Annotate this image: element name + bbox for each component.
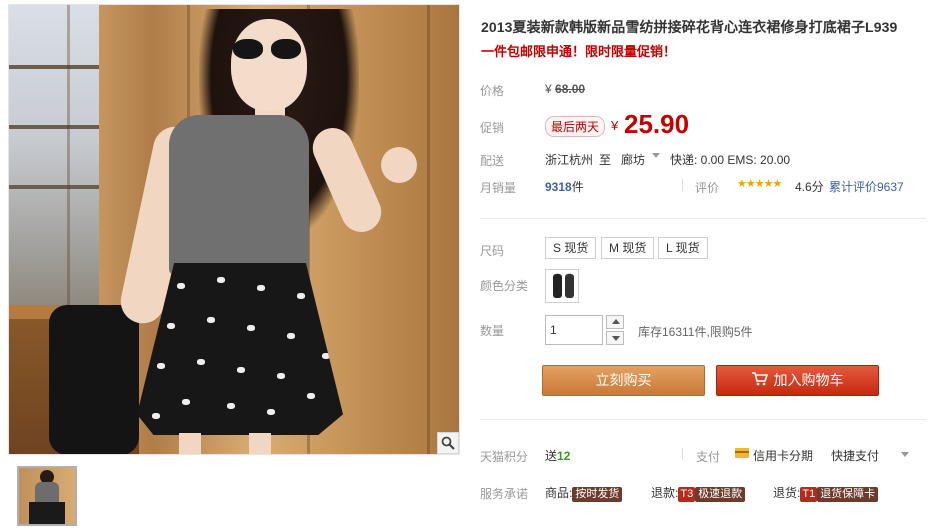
pay-label: 支付 [696,450,721,464]
chevron-down-icon[interactable] [652,153,660,158]
product-title: 2013夏装新款韩版新品雪纺拼接碎花背心连衣裙修身打底裙子L939 [481,19,898,35]
promo-tag: 最后两天 [545,116,606,137]
product-thumbnail[interactable] [17,466,77,526]
size-option-l[interactable]: L 现货 [658,237,708,259]
service-goods: 商品: 按时发货 [545,484,623,502]
installment-option[interactable]: 信用卡分期 [753,447,813,464]
total-reviews-link[interactable]: 累计评价9637 [829,178,904,195]
goods-badge[interactable]: 按时发货 [572,487,623,502]
points-number: 12 [557,449,571,463]
quick-pay-option[interactable]: 快捷支付 [831,447,879,464]
monthly-sales-label: 月销量 [480,181,517,195]
rating-label: 评价 [695,181,720,195]
monthly-sales-unit: 件 [571,180,584,194]
monthly-sales: 9318件 [545,178,584,195]
divider [682,179,683,191]
product-promo-subtitle: 一件包邮限申通！限时限量促销！ [481,44,677,59]
shipping-label: 配送 [480,154,505,168]
return-badge[interactable]: 退货保障卡 [817,487,879,502]
quantity-decrease-button[interactable] [606,331,624,345]
size-option-s[interactable]: S 现货 [545,237,597,259]
floral-skirt [137,263,343,435]
price-label: 价格 [480,84,505,98]
gray-tank-top [169,115,309,275]
original-price-value: 68.00 [555,82,586,96]
promo-price: 25.90 [624,109,690,139]
return-label: 退货: [773,486,801,500]
zoom-icon[interactable] [437,432,459,454]
quantity-input[interactable] [545,315,603,345]
sunglasses-lens-right [271,39,301,59]
shipping-fees: 快递: 0.00 EMS: 20.00 [670,153,791,167]
model-hand [381,147,417,183]
stock-text: 库存16311件,限购5件 [638,325,753,339]
product-main-image[interactable] [8,4,460,455]
refund-badge[interactable]: 极速退款 [695,487,746,502]
promo-label: 促销 [480,121,505,135]
monthly-sales-count: 9318 [545,180,572,194]
promo-currency: ¥ [611,118,619,133]
chevron-down-icon[interactable] [901,452,909,457]
service-refund: 退款: T3 极速退款 [651,484,746,502]
points-prefix: 送 [545,449,558,463]
original-price: ¥ 68.00 [545,82,585,96]
add-to-cart-label: 加入购物车 [773,372,844,388]
model-leg-left [179,433,201,454]
model-leg-right [249,433,271,454]
add-to-cart-button[interactable]: 加入购物车 [716,365,879,396]
buy-now-button[interactable]: 立刻购买 [542,365,705,396]
shipping-destination[interactable]: 廊坊 [621,151,645,168]
service-return: 退货: T1 退货保障卡 [773,484,879,502]
service-label: 服务承诺 [480,487,529,501]
model-face [231,19,307,111]
points-value: 送12 [545,447,570,464]
quantity-increase-button[interactable] [606,315,624,329]
points-label: 天猫积分 [480,450,529,464]
quantity-label: 数量 [480,324,505,338]
color-option-swatch[interactable] [545,269,579,303]
divider [480,218,926,219]
divider [480,419,926,420]
credit-card-icon [735,448,749,458]
color-label: 颜色分类 [480,279,529,293]
return-code: T1 [800,487,818,502]
rating-score: 4.6分 [795,180,824,194]
divider [682,448,683,460]
shipping-from: 浙江杭州 [545,153,594,167]
rating-stars: ★★★★★ [737,178,782,190]
size-option-m[interactable]: M 现货 [601,237,655,259]
currency-symbol: ¥ [545,82,552,96]
cart-icon [751,367,768,396]
black-bag [49,305,139,454]
goods-label: 商品: [545,486,573,500]
size-label: 尺码 [480,244,505,258]
sunglasses-lens-left [233,39,263,59]
refund-code: T3 [678,487,696,502]
shipping-to-word: 至 [599,153,612,167]
refund-label: 退款: [651,486,679,500]
